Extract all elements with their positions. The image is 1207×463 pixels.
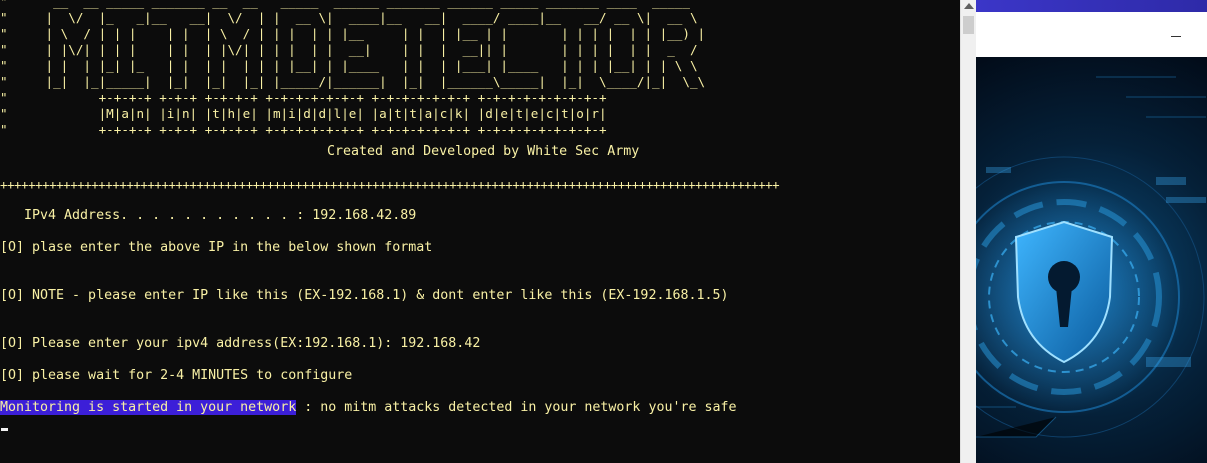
monitor-highlight[interactable]: Monitoring is started in your network xyxy=(0,400,297,415)
minimize-icon[interactable] xyxy=(1171,36,1181,37)
background-window[interactable] xyxy=(976,0,1207,463)
ascii-banner-line: " | \ / | | | | | | \ / | | | | | |__ | … xyxy=(0,26,706,41)
credits-text: Created and Developed by White Sec Army xyxy=(327,144,640,159)
shield-keyhole-icon xyxy=(976,76,1206,438)
scroll-thumb[interactable] xyxy=(963,16,974,34)
ascii-banner-line: " | | | |_| |_ | | | | | | | |__| | |___… xyxy=(0,58,706,73)
window-accent-band xyxy=(976,0,1207,12)
ipv4-input-line: [O] Please enter your ipv4 address(EX:19… xyxy=(0,336,481,351)
terminal-window[interactable]: " __ __ _____ _______ __ __ _____ ______… xyxy=(0,0,960,463)
cyber-shield-image xyxy=(976,57,1207,463)
ascii-banner-line: " | \/ |_ _|__ __| \/ | | __ \| ____|__ … xyxy=(0,10,706,25)
scroll-up-icon[interactable] xyxy=(964,3,974,9)
ipv4-address-line: IPv4 Address. . . . . . . . . . . : 192.… xyxy=(0,208,417,223)
wait-message-line: [O] please wait for 2-4 MINUTES to confi… xyxy=(0,368,353,383)
ascii-banner-line: " __ __ _____ _______ __ __ _____ ______… xyxy=(0,0,706,9)
format-prompt-line: [O] plase enter the above IP in the belo… xyxy=(0,240,433,255)
credits-line: Created and Developed by White Sec Army xyxy=(4,144,639,160)
ascii-banner-line: " |_| |_|_____| |_| |_| |_| |_____/|____… xyxy=(0,74,706,89)
ascii-banner-line: " +-+-+-+ +-+-+ +-+-+-+ +-+-+-+-+-+-+ +-… xyxy=(0,90,607,105)
text-cursor xyxy=(1,428,8,431)
ascii-banner-line: " | |\/| | | | | | | |\/| | | | | | __| … xyxy=(0,42,706,57)
monitor-result: : no mitm attacks detected in your netwo… xyxy=(296,400,737,415)
vertical-scrollbar[interactable] xyxy=(960,0,977,463)
separator-line: ++++++++++++++++++++++++++++++++++++++++… xyxy=(0,177,780,192)
window-titlebar[interactable] xyxy=(976,12,1207,57)
note-line: [O] NOTE - please enter IP like this (EX… xyxy=(0,288,729,303)
ascii-banner-line: " +-+-+-+ +-+-+ +-+-+-+ +-+-+-+-+-+-+ +-… xyxy=(0,122,607,137)
ascii-banner-line: " |M|a|n| |i|n| |t|h|e| |m|i|d|d|l|e| |a… xyxy=(0,106,607,121)
monitor-status-line: Monitoring is started in your network : … xyxy=(0,400,737,416)
